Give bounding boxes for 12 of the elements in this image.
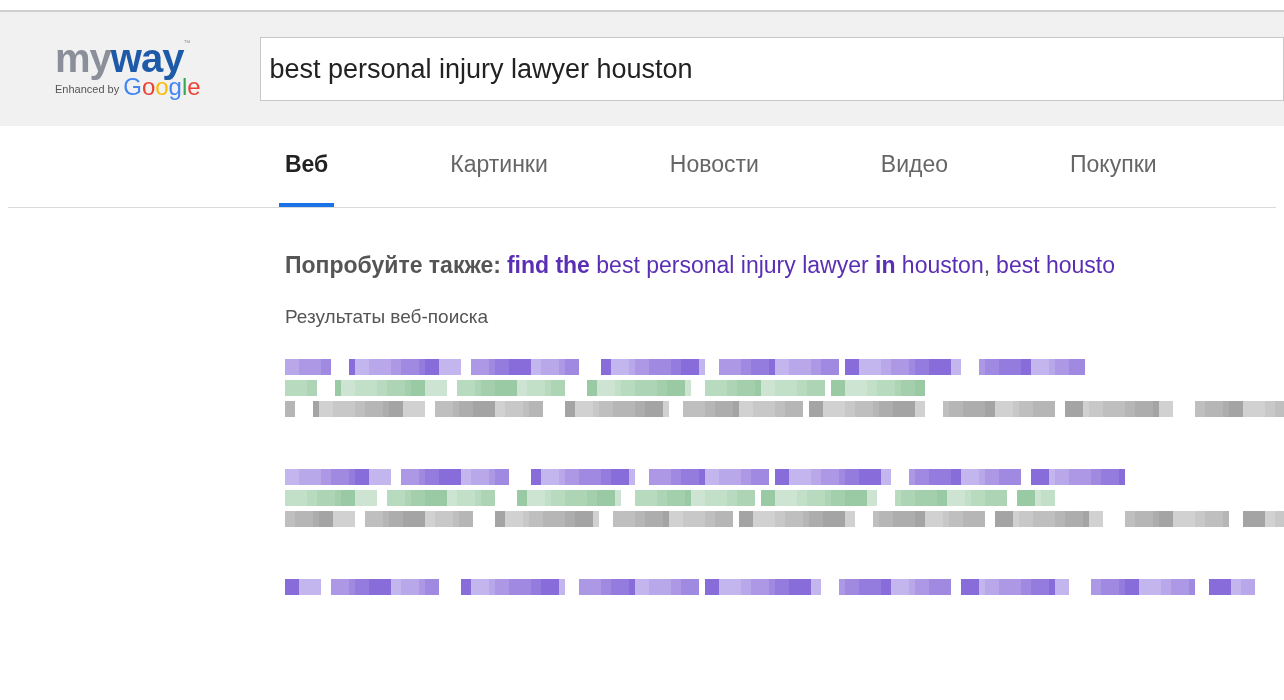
tab[interactable]: Веб bbox=[279, 126, 335, 207]
search-field[interactable]: best personal injury lawyer houston bbox=[260, 37, 1284, 101]
suggestion-link[interactable]: best housto bbox=[996, 248, 1115, 283]
enhanced-by-text: Enhanced by bbox=[55, 81, 120, 97]
tab[interactable]: Новости bbox=[663, 126, 765, 207]
results-heading: Результаты веб-поиска bbox=[285, 304, 490, 329]
tab[interactable]: Покупки bbox=[1064, 126, 1163, 207]
separator: , bbox=[983, 251, 991, 280]
suggestion-link[interactable]: find the best personal injury lawyer in houston bbox=[506, 248, 984, 283]
suggestions-label: Попробуйте также: bbox=[285, 251, 501, 280]
tab[interactable]: Картинки bbox=[444, 126, 554, 207]
tab[interactable]: Видео bbox=[874, 126, 955, 207]
